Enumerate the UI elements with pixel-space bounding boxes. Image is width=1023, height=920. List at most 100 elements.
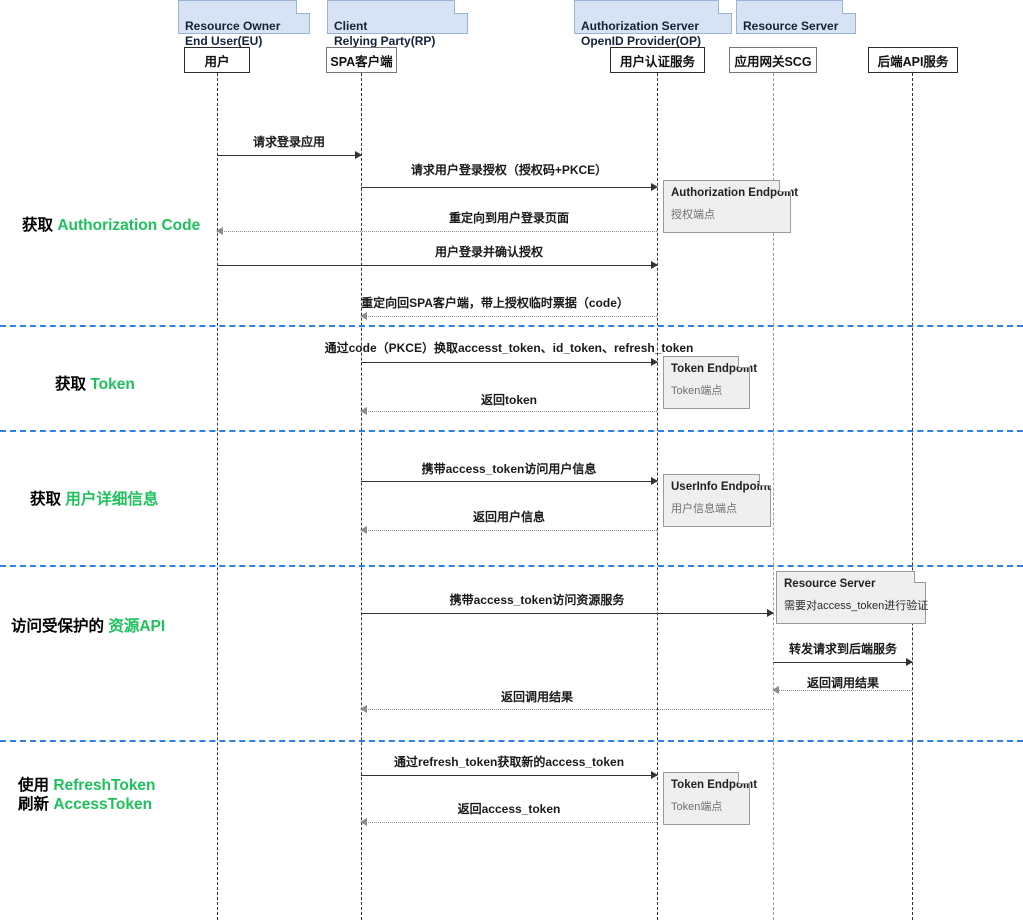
folded-corner-icon (454, 0, 468, 14)
group-header-label: Authorization Server OpenID Provider(OP) (581, 19, 702, 48)
arrow-right-icon (355, 151, 362, 159)
message-label: 返回调用结果 (500, 690, 574, 704)
group-header-resource-owner: Resource Owner End User(EU) (178, 0, 310, 48)
lifeline-user (217, 73, 218, 920)
note-title: UserInfo Endpoint (671, 481, 771, 493)
section-separator-2 (0, 430, 1023, 432)
arrow-right-icon (651, 261, 658, 269)
section-label-refresh-token: 使用 RefreshToken 刷新 AccessToken (18, 776, 156, 814)
message-label: 重定向回SPA客户端，带上授权临时票据（code） (361, 296, 629, 310)
section-label-token: 获取 Token (55, 375, 135, 394)
section-separator-1 (0, 325, 1023, 327)
note-title: Authorization Endpoint (671, 187, 799, 199)
message-line (778, 690, 912, 691)
message-label: 返回access_token (457, 802, 561, 816)
section-label-accent: Authorization Code (57, 217, 201, 234)
note-subtitle: 授权端点 (671, 209, 715, 221)
lifeline-head-gateway-scg[interactable]: 应用网关SCG (729, 47, 817, 73)
lifeline-auth-service (657, 73, 658, 920)
message-line (773, 662, 912, 663)
message-label: 转发请求到后端服务 (788, 642, 898, 656)
section-label-accent-2: AccessToken (53, 796, 153, 813)
arrow-left-icon (772, 686, 779, 694)
arrow-right-icon (651, 477, 658, 485)
lifeline-head-auth-service[interactable]: 用户认证服务 (610, 47, 705, 73)
arrow-left-icon (360, 526, 367, 534)
section-separator-3 (0, 565, 1023, 567)
arrow-left-icon (360, 818, 367, 826)
lifeline-head-user[interactable]: 用户 (184, 47, 250, 73)
group-header-label: Resource Owner End User(EU) (185, 19, 281, 48)
note-subtitle: Token端点 (671, 385, 723, 397)
section-label-prefix: 访问受保护的 (11, 618, 109, 635)
lifeline-label: 用户认证服务 (619, 54, 695, 69)
folded-corner-icon (738, 356, 750, 368)
message-label: 请求用户登录授权（授权码+PKCE） (410, 163, 608, 177)
lifeline-head-spa-client[interactable]: SPA客户端 (326, 47, 397, 73)
lifeline-backend-api (912, 73, 913, 920)
message-label: 返回用户信息 (472, 510, 546, 524)
arrow-left-icon (216, 227, 223, 235)
group-header-label: Client Relying Party(RP) (334, 19, 436, 48)
note-authorization-endpoint: Authorization Endpoint 授权端点 (663, 180, 799, 233)
message-label: 通过refresh_token获取新的access_token (393, 755, 625, 769)
message-label: 通过code（PKCE）换取accesst_token、id_token、ref… (324, 341, 694, 355)
arrow-right-icon (651, 358, 658, 366)
arrow-left-icon (360, 407, 367, 415)
folded-corner-icon (296, 0, 310, 14)
section-label-accent: 用户详细信息 (65, 491, 159, 508)
folded-corner-icon (842, 0, 856, 14)
note-title: Resource Server (784, 578, 876, 590)
arrow-left-icon (360, 312, 367, 320)
message-line (222, 231, 657, 232)
arrow-right-icon (651, 771, 658, 779)
message-label: 携带access_token访问用户信息 (421, 462, 597, 476)
message-label: 返回调用结果 (806, 676, 880, 690)
group-header-resource-server: Resource Server (736, 0, 856, 34)
lifeline-label: 应用网关SCG (734, 54, 812, 69)
arrow-right-icon (767, 609, 774, 617)
note-title: Token Endpoint (671, 363, 758, 375)
note-title: Token Endpoint (671, 779, 758, 791)
section-label-accent: RefreshToken (53, 777, 156, 794)
message-label: 请求登录应用 (252, 135, 326, 149)
folded-corner-icon (779, 180, 791, 192)
group-header-label: Resource Server (743, 19, 839, 33)
section-label-prefix: 获取 (30, 491, 66, 508)
message-line (366, 709, 773, 710)
message-line (366, 822, 657, 823)
arrow-right-icon (906, 658, 913, 666)
lifeline-head-backend-api[interactable]: 后端API服务 (868, 47, 958, 73)
lifeline-label: 用户 (204, 54, 230, 69)
note-subtitle: 需要对access_token进行验证 (784, 600, 929, 612)
lifeline-spa-client (361, 73, 362, 920)
message-line (366, 530, 657, 531)
message-line (361, 613, 773, 614)
message-label: 返回token (480, 393, 538, 407)
lifeline-label: SPA客户端 (330, 54, 393, 69)
section-label-prefix-2: 刷新 (18, 796, 54, 813)
note-token-endpoint-refresh: Token Endpoint Token端点 (663, 772, 758, 825)
section-label-resource-api: 访问受保护的 资源API (11, 617, 165, 636)
message-line (217, 265, 657, 266)
folded-corner-icon (718, 0, 732, 14)
message-line (361, 775, 657, 776)
section-label-prefix: 使用 (18, 777, 54, 794)
message-line (361, 481, 657, 482)
folded-corner-icon (738, 772, 750, 784)
note-subtitle: 用户信息端点 (671, 503, 737, 515)
message-label: 携带access_token访问资源服务 (449, 593, 625, 607)
section-label-prefix: 获取 (55, 376, 91, 393)
arrow-left-icon (360, 705, 367, 713)
group-header-client: Client Relying Party(RP) (327, 0, 468, 48)
message-label: 重定向到用户登录页面 (448, 211, 570, 225)
message-line (366, 316, 657, 317)
sequence-diagram-canvas: Resource Owner End User(EU) Client Relyi… (0, 0, 1023, 920)
message-line (366, 411, 657, 412)
section-label-authorization-code: 获取 Authorization Code (22, 216, 200, 235)
section-separator-4 (0, 740, 1023, 742)
lifeline-label: 后端API服务 (877, 54, 949, 69)
note-userinfo-endpoint: UserInfo Endpoint 用户信息端点 (663, 474, 771, 527)
message-label: 用户登录并确认授权 (434, 245, 544, 259)
section-label-userinfo: 获取 用户详细信息 (30, 490, 158, 509)
